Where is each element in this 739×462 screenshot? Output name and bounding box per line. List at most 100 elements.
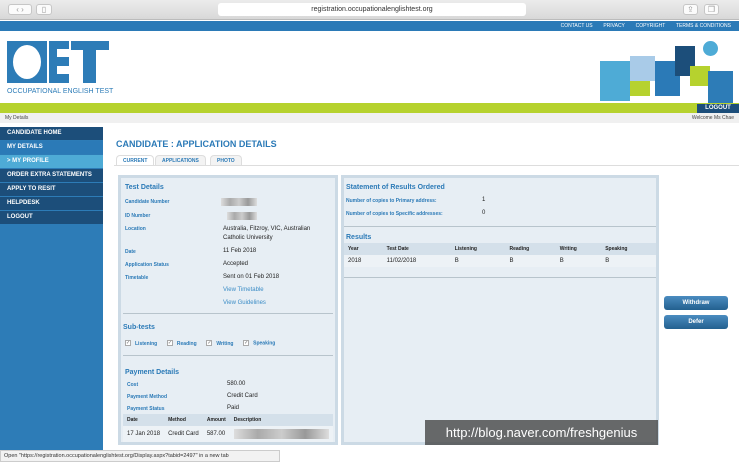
cost-label: Cost — [127, 382, 139, 388]
logout-button-header[interactable]: LOGOUT — [697, 104, 739, 113]
description-redacted — [229, 426, 333, 442]
payment-date: 17 Jan 2018 — [123, 426, 165, 442]
result-listening: B — [450, 255, 506, 267]
sidebar-item-apply-to-resit[interactable]: APPLY TO RESIT — [0, 183, 103, 196]
id-number-label: ID Number — [125, 213, 151, 219]
divider — [344, 277, 656, 278]
timetable-value: Sent on 01 Feb 2018 — [223, 274, 280, 280]
location-label: Location — [125, 226, 146, 232]
address-bar[interactable]: registration.occupationalenglishtest.org — [218, 3, 526, 16]
col-amount: Amount — [202, 414, 230, 426]
tabs-icon[interactable]: ❐ — [704, 4, 719, 15]
col-method: Method — [164, 414, 203, 426]
application-status-label: Application Status — [125, 262, 169, 268]
payment-status-label: Payment Status — [127, 406, 165, 412]
payment-status-value: Paid — [227, 405, 240, 411]
candidate-number-redacted — [221, 198, 257, 206]
watermark: http://blog.naver.com/freshgenius — [425, 420, 658, 445]
withdraw-button[interactable]: Withdraw — [664, 296, 728, 310]
payment-method: Credit Card — [164, 426, 203, 442]
results-heading: Results — [346, 234, 372, 241]
site-header: OCCUPATIONAL ENGLISH TEST — [0, 31, 739, 106]
col-listening: Listening — [450, 243, 506, 255]
contact-us-link[interactable]: CONTACT US — [561, 23, 593, 29]
breadcrumb-current: My Details — [5, 115, 29, 121]
payment-method-label: Payment Method — [127, 394, 168, 400]
col-writing: Writing — [555, 243, 602, 255]
col-description: Description — [229, 414, 333, 426]
copyright-link[interactable]: COPYRIGHT — [636, 23, 666, 29]
specific-copies-label: Number of copies to Specific addresses: — [346, 211, 443, 217]
date-label: Date — [125, 249, 136, 255]
terms-link[interactable]: TERMS & CONDITIONS — [676, 23, 731, 29]
header-graphic — [590, 41, 735, 111]
page-title: CANDIDATE : APPLICATION DETAILS — [116, 139, 277, 149]
sidebar-item-candidate-home[interactable]: CANDIDATE HOME — [0, 127, 103, 140]
result-year: 2018 — [344, 255, 383, 267]
col-reading: Reading — [505, 243, 556, 255]
payment-method-value: Credit Card — [227, 393, 258, 399]
reading-checkbox[interactable]: ✓ — [166, 340, 173, 346]
sidebar-item-helpdesk[interactable]: HELPDESK — [0, 197, 103, 210]
primary-copies-value: 1 — [482, 197, 486, 203]
accent-bar — [0, 103, 739, 113]
result-writing: B — [555, 255, 602, 267]
writing-label: Writing — [216, 340, 234, 347]
date-value: 11 Feb 2018 — [223, 248, 257, 254]
sidebar-item-logout[interactable]: LOGOUT — [0, 211, 103, 224]
speaking-checkbox[interactable]: ✓ — [243, 340, 250, 346]
id-number-redacted — [227, 212, 257, 220]
results-table: Year Test Date Listening Reading Writing… — [344, 243, 656, 267]
col-test-date: Test Date — [382, 243, 451, 255]
specific-copies-value: 0 — [482, 210, 486, 216]
browser-status-bar: Open "https://registration.occupationale… — [0, 450, 280, 462]
writing-checkbox[interactable]: ✓ — [206, 340, 213, 346]
welcome-text: Welcome Ms Chae — [691, 115, 734, 121]
sidebar-item-my-details[interactable]: MY DETAILS — [0, 141, 103, 154]
divider — [123, 355, 333, 356]
top-links-bar: CONTACT US PRIVACY COPYRIGHT TERMS & CON… — [0, 21, 739, 31]
payment-heading: Payment Details — [125, 369, 180, 376]
col-date: Date — [123, 414, 165, 426]
table-row: 17 Jan 2018 Credit Card 587.00 — [123, 426, 333, 442]
share-icon[interactable]: ⇪ — [683, 4, 698, 15]
speaking-label: Speaking — [253, 340, 276, 347]
tab-divider — [114, 165, 739, 166]
cost-value: 580.00 — [227, 381, 246, 387]
logo-subtitle: OCCUPATIONAL ENGLISH TEST — [7, 88, 114, 95]
sidebar-item-my-profile[interactable]: > MY PROFILE — [0, 155, 103, 168]
divider — [344, 226, 656, 227]
right-panel: Statement of Results Ordered Number of c… — [341, 175, 659, 445]
back-forward-buttons[interactable]: ‹ › — [8, 4, 32, 15]
sidebar-toggle-icon[interactable]: ▯ — [36, 4, 52, 15]
view-guidelines-link[interactable]: View Guidelines — [223, 300, 266, 306]
oet-logo[interactable] — [7, 41, 112, 87]
result-speaking: B — [601, 255, 656, 267]
result-reading: B — [505, 255, 556, 267]
payment-amount: 587.00 — [202, 426, 230, 442]
candidate-number-label: Candidate Number — [125, 199, 170, 205]
statement-heading: Statement of Results Ordered — [346, 184, 445, 191]
timetable-label: Timetable — [125, 275, 149, 281]
breadcrumb: My Details Welcome Ms Chae — [0, 113, 739, 123]
sidebar-nav: CANDIDATE HOME MY DETAILS > MY PROFILE O… — [0, 127, 103, 450]
subtests-heading: Sub-tests — [123, 324, 155, 331]
application-status-value: Accepted — [223, 261, 249, 267]
browser-toolbar: ‹ › ▯ registration.occupationalenglishte… — [0, 0, 739, 20]
view-timetable-link[interactable]: View Timetable — [223, 287, 264, 293]
privacy-link[interactable]: PRIVACY — [603, 23, 625, 29]
reading-label: Reading — [176, 340, 197, 347]
col-speaking: Speaking — [601, 243, 656, 255]
sidebar-item-order-extra-statements[interactable]: ORDER EXTRA STATEMENTS — [0, 169, 103, 182]
col-year: Year — [344, 243, 383, 255]
listening-checkbox[interactable]: ✓ — [125, 340, 131, 346]
payment-table: Date Method Amount Description 17 Jan 20… — [123, 414, 333, 442]
result-test-date: 11/02/2018 — [382, 255, 451, 267]
defer-button[interactable]: Defer — [664, 315, 728, 329]
location-value: Australia, Fitzroy, VIC, Australian Cath… — [223, 226, 311, 241]
left-panel: Test Details Candidate Number ID Number … — [118, 175, 338, 445]
table-row: 2018 11/02/2018 B B B B — [344, 255, 656, 267]
listening-label: Listening — [135, 340, 158, 347]
divider — [123, 313, 333, 314]
subtests-list: ✓ Listening ✓ Reading ✓ Writing ✓ Speaking — [125, 340, 275, 347]
